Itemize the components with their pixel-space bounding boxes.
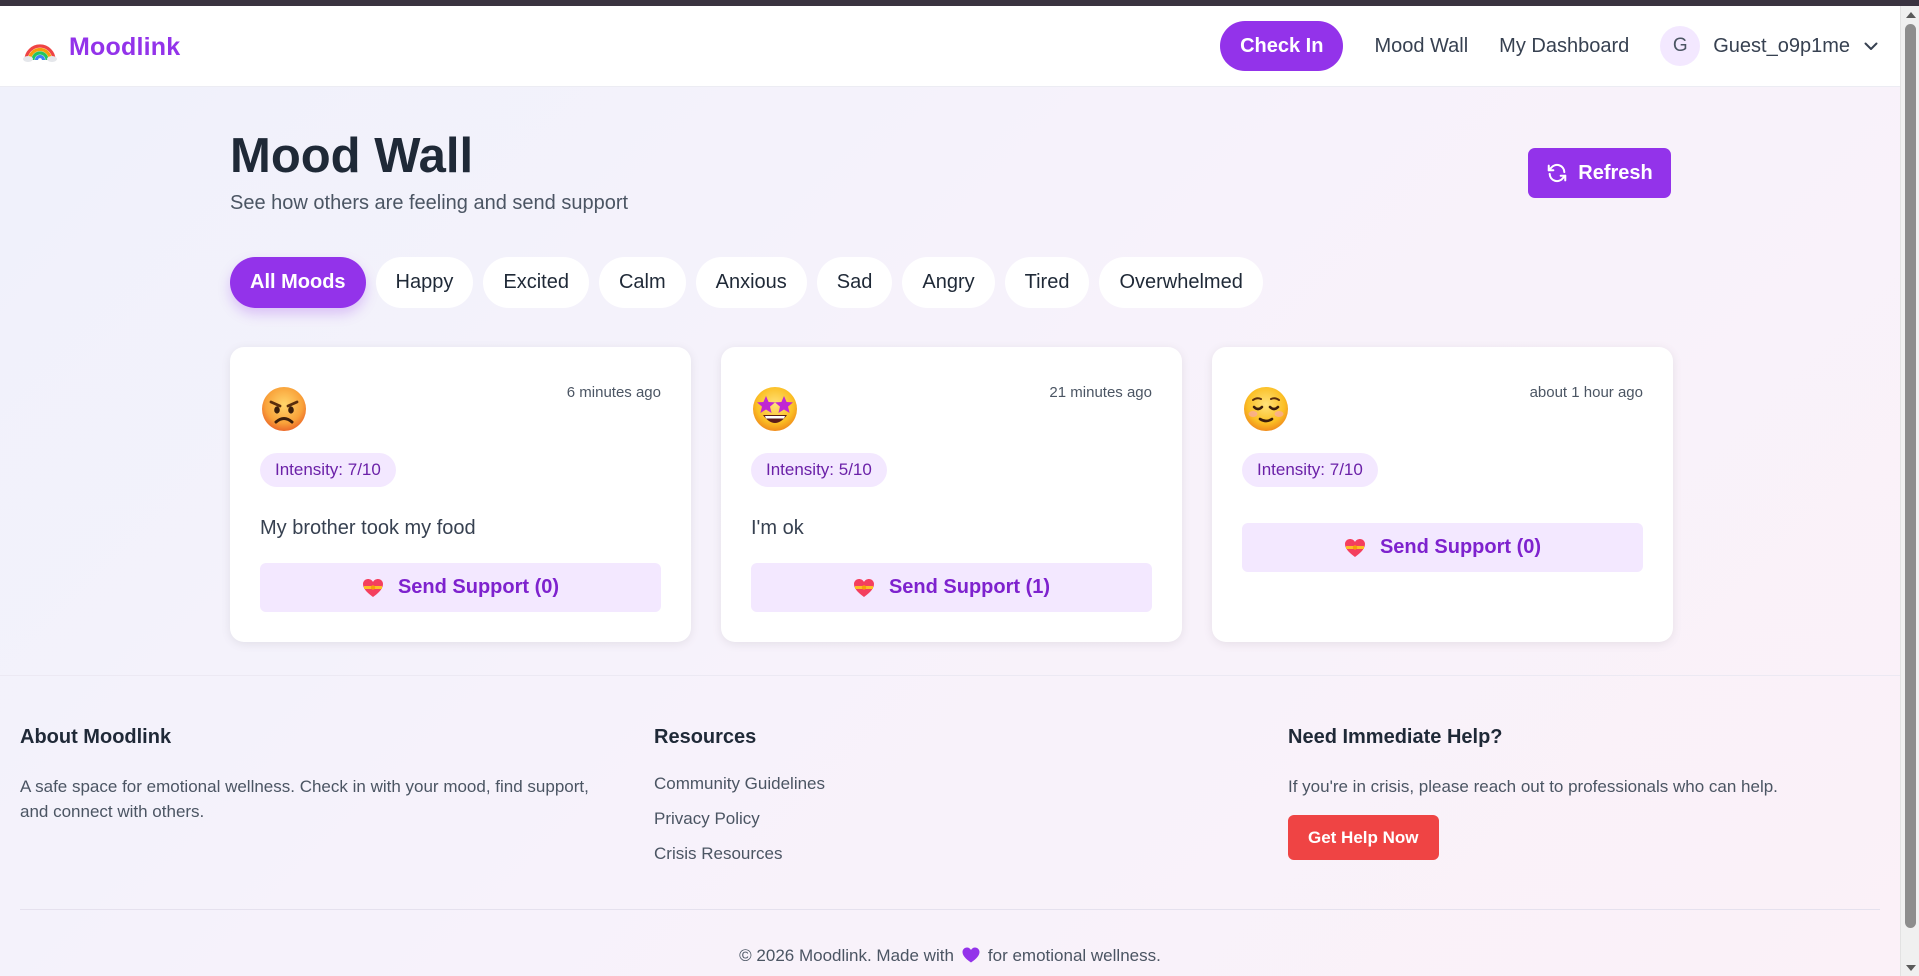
- page-subtitle: See how others are feeling and send supp…: [230, 192, 629, 214]
- send-support-button[interactable]: Send Support (0): [260, 563, 661, 612]
- nav-link-mood-wall[interactable]: Mood Wall: [1374, 35, 1468, 58]
- mood-card-list: 6 minutes ago Intensity: 7/10 My brother…: [230, 347, 1673, 642]
- mood-message: I'm ok: [751, 517, 804, 539]
- filter-chip-excited[interactable]: Excited: [483, 257, 589, 308]
- post-timestamp: about 1 hour ago: [1529, 384, 1643, 401]
- footer-help-title: Need Immediate Help?: [1288, 726, 1503, 748]
- copyright: © 2026 Moodlink. Made with for emotional …: [0, 946, 1900, 966]
- page-viewport: Moodlink Check In Mood Wall My Dashboard…: [0, 6, 1900, 976]
- relieved-face-icon: [1244, 387, 1288, 431]
- footer-help-text: If you're in crisis, please reach out to…: [1288, 777, 1778, 796]
- post-timestamp: 21 minutes ago: [1049, 384, 1152, 401]
- send-support-button[interactable]: Send Support (0): [1242, 523, 1643, 572]
- send-support-label: Send Support (1): [888, 576, 1051, 598]
- filter-chip-tired[interactable]: Tired: [1004, 257, 1090, 308]
- user-menu[interactable]: G Guest_o9p1me: [1660, 26, 1878, 66]
- site-header: Moodlink Check In Mood Wall My Dashboard…: [0, 6, 1900, 87]
- filter-chip-angry[interactable]: Angry: [902, 257, 995, 308]
- brand-name: Moodlink: [69, 32, 181, 61]
- avatar: G: [1660, 26, 1701, 66]
- filter-chip-anxious[interactable]: Anxious: [695, 257, 807, 308]
- scrollbar-thumb[interactable]: [1905, 24, 1916, 928]
- footer-help: Need Immediate Help? If you're in crisis…: [1288, 726, 1888, 860]
- rainbow-icon: [23, 44, 57, 62]
- filter-chip-happy[interactable]: Happy: [375, 257, 474, 308]
- scroll-up-arrow[interactable]: [1901, 6, 1919, 23]
- copyright-text-end: for emotional wellness.: [987, 946, 1161, 965]
- vertical-scrollbar[interactable]: [1900, 6, 1919, 976]
- mood-message: My brother took my food: [260, 517, 476, 539]
- footer-resources: Resources Community Guidelines Privacy P…: [654, 726, 1154, 879]
- page-title: Mood Wall: [230, 129, 474, 183]
- refresh-icon: [1547, 163, 1567, 183]
- nav-link-dashboard[interactable]: My Dashboard: [1499, 35, 1629, 58]
- send-support-button[interactable]: Send Support (1): [751, 563, 1152, 612]
- filter-chip-overwhelmed[interactable]: Overwhelmed: [1099, 257, 1263, 308]
- footer-link-crisis-resources[interactable]: Crisis Resources: [654, 844, 1154, 864]
- refresh-label: Refresh: [1578, 161, 1653, 184]
- star-struck-face-icon: [753, 387, 797, 431]
- intensity-badge: Intensity: 7/10: [1242, 453, 1378, 487]
- angry-face-icon: [262, 387, 306, 431]
- filter-chip-sad[interactable]: Sad: [816, 257, 893, 308]
- site-footer: About Moodlink A safe space for emotiona…: [0, 675, 1900, 976]
- footer-link-community-guidelines[interactable]: Community Guidelines: [654, 774, 1154, 794]
- main-nav: Check In Mood Wall My Dashboard G Guest_…: [1220, 21, 1878, 71]
- chevron-down-icon: [1864, 42, 1878, 50]
- heart-with-ribbon-icon: [362, 578, 383, 597]
- purple-heart-icon: [962, 947, 980, 963]
- footer-about-text: A safe space for emotional wellness. Che…: [20, 777, 589, 821]
- filter-chip-calm[interactable]: Calm: [598, 257, 686, 308]
- filter-chip-all-moods[interactable]: All Moods: [230, 257, 366, 308]
- intensity-badge: Intensity: 5/10: [751, 453, 887, 487]
- send-support-label: Send Support (0): [1379, 536, 1542, 558]
- post-timestamp: 6 minutes ago: [566, 384, 661, 401]
- check-in-button[interactable]: Check In: [1220, 21, 1344, 71]
- footer-link-privacy-policy[interactable]: Privacy Policy: [654, 809, 1154, 829]
- copyright-text: © 2026 Moodlink. Made with: [739, 946, 954, 965]
- brand-logo[interactable]: Moodlink: [23, 32, 180, 62]
- intensity-badge: Intensity: 7/10: [260, 453, 396, 487]
- send-support-label: Send Support (0): [397, 576, 560, 598]
- scroll-down-arrow[interactable]: [1901, 959, 1919, 976]
- footer-about: About Moodlink A safe space for emotiona…: [20, 726, 620, 824]
- footer-about-title: About Moodlink: [20, 726, 172, 748]
- mood-card: 6 minutes ago Intensity: 7/10 My brother…: [230, 347, 691, 642]
- footer-divider: [20, 909, 1880, 910]
- heart-with-ribbon-icon: [1344, 538, 1365, 557]
- heart-with-ribbon-icon: [853, 578, 874, 597]
- mood-card: about 1 hour ago Intensity: 7/10 Send Su…: [1212, 347, 1673, 642]
- refresh-button[interactable]: Refresh: [1528, 148, 1671, 198]
- mood-card: 21 minutes ago Intensity: 5/10 I'm ok Se…: [721, 347, 1182, 642]
- footer-resources-title: Resources: [654, 726, 757, 748]
- get-help-now-button[interactable]: Get Help Now: [1288, 815, 1439, 860]
- mood-filter-bar: All Moods Happy Excited Calm Anxious Sad…: [230, 257, 1263, 308]
- user-name: Guest_o9p1me: [1713, 34, 1850, 57]
